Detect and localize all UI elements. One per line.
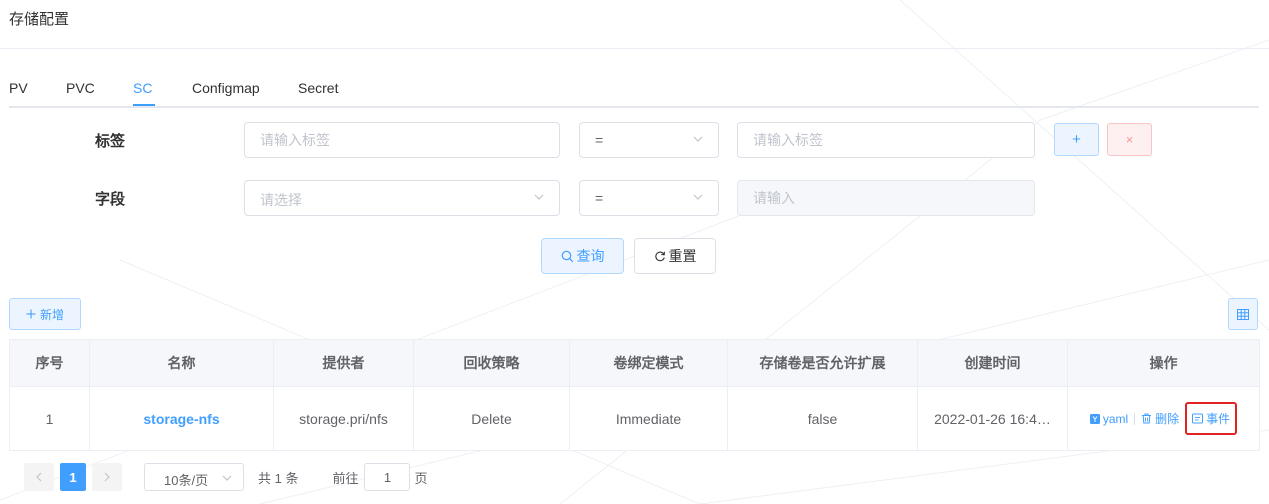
prev-page-button[interactable] xyxy=(24,463,54,491)
refresh-icon xyxy=(654,251,665,262)
yaml-file-icon xyxy=(1089,413,1100,424)
table-header-row: 序号 名称 提供者 回收策略 卷绑定模式 存储卷是否允许扩展 创建时间 操作 xyxy=(9,339,1260,387)
cell-name: storage-nfs xyxy=(89,386,274,451)
cell-binding-mode: Immediate xyxy=(569,386,728,451)
cell-actions: yaml 删除 事件 xyxy=(1067,386,1260,451)
table-row: 1 storage-nfs storage.pri/nfs Delete Imm… xyxy=(9,386,1260,451)
goto-page-input[interactable] xyxy=(364,463,411,491)
tab-active-indicator xyxy=(133,104,155,106)
cell-reclaim-policy: Delete xyxy=(413,386,570,451)
reset-button[interactable]: 重置 xyxy=(634,238,716,274)
column-header-name: 名称 xyxy=(89,339,274,387)
table-columns-icon xyxy=(1237,308,1249,320)
column-header-binding-mode: 卷绑定模式 xyxy=(569,339,728,387)
total-count: 共 1 条 xyxy=(258,470,299,486)
chevron-down-icon xyxy=(534,194,544,200)
plus-icon xyxy=(26,309,36,319)
cell-allow-expansion: false xyxy=(727,386,918,451)
column-header-actions: 操作 xyxy=(1067,339,1260,387)
trash-icon xyxy=(1142,413,1152,424)
remove-label-condition-button[interactable]: × xyxy=(1107,123,1152,156)
chevron-down-icon xyxy=(222,475,232,481)
column-settings-button[interactable] xyxy=(1228,298,1258,330)
label-value-input[interactable] xyxy=(737,122,1035,158)
delete-action-label: 删除 xyxy=(1155,412,1180,426)
page-size-value: 10条/页 xyxy=(164,473,209,488)
cell-created: 2022-01-26 16:4… xyxy=(917,386,1068,451)
column-header-index: 序号 xyxy=(9,339,90,387)
reset-button-label: 重置 xyxy=(668,248,697,264)
field-value-input[interactable] xyxy=(737,180,1035,216)
label-filter-label: 标签 xyxy=(95,133,126,150)
tab-secret[interactable]: Secret xyxy=(298,80,338,96)
resource-tabs: PV PVC SC Configmap Secret xyxy=(9,78,1259,108)
field-select[interactable]: 请选择 xyxy=(244,180,560,216)
field-operator-select[interactable]: = xyxy=(579,180,719,216)
add-storageclass-button[interactable]: 新增 xyxy=(9,298,81,330)
label-key-input[interactable] xyxy=(244,122,560,158)
cell-provisioner: storage.pri/nfs xyxy=(273,386,414,451)
column-header-provisioner: 提供者 xyxy=(273,339,414,387)
add-label-condition-button[interactable]: + xyxy=(1054,123,1099,156)
column-header-created: 创建时间 xyxy=(917,339,1068,387)
chevron-down-icon xyxy=(693,136,703,142)
delete-action[interactable]: 删除 xyxy=(1141,410,1179,427)
row-actions: yaml 删除 事件 xyxy=(1069,402,1259,435)
storageclass-name-link[interactable]: storage-nfs xyxy=(143,411,219,427)
chevron-down-icon xyxy=(693,194,703,200)
page-number-current[interactable]: 1 xyxy=(60,463,86,491)
field-select-placeholder: 请选择 xyxy=(260,192,302,208)
page-size-select[interactable]: 10条/页 xyxy=(144,463,244,491)
storage-config-page: 存储配置 PV PVC SC Configmap Secret 标签 = + ×… xyxy=(0,0,1269,504)
action-separator xyxy=(1134,412,1136,425)
page-title: 存储配置 xyxy=(9,11,70,28)
column-header-allow-expansion: 存储卷是否允许扩展 xyxy=(727,339,918,387)
goto-suffix: 页 xyxy=(414,470,428,486)
yaml-action-label: yaml xyxy=(1102,411,1129,426)
search-icon xyxy=(561,250,573,262)
tab-pvc[interactable]: PVC xyxy=(66,80,95,96)
label-operator-select[interactable]: = xyxy=(579,122,719,158)
tab-configmap[interactable]: Configmap xyxy=(192,80,260,96)
add-button-label: 新增 xyxy=(39,307,64,322)
events-action-label: 事件 xyxy=(1206,412,1231,426)
chevron-left-icon xyxy=(36,472,42,482)
tab-sc[interactable]: SC xyxy=(133,80,152,96)
field-operator-value: = xyxy=(595,190,604,206)
chevron-right-icon xyxy=(104,472,110,482)
field-filter-label: 字段 xyxy=(95,191,126,208)
column-header-reclaim-policy: 回收策略 xyxy=(413,339,570,387)
next-page-button[interactable] xyxy=(92,463,122,491)
goto-prefix: 前往 xyxy=(332,470,359,486)
events-action[interactable]: 事件 xyxy=(1185,402,1238,435)
query-button[interactable]: 查询 xyxy=(541,238,624,274)
tab-pv[interactable]: PV xyxy=(9,80,28,96)
storageclass-table: 序号 名称 提供者 回收策略 卷绑定模式 存储卷是否允许扩展 创建时间 操作 1… xyxy=(9,339,1260,451)
pagination: 1 10条/页 共 1 条 前往 页 xyxy=(24,463,428,491)
query-button-label: 查询 xyxy=(576,248,605,264)
title-divider xyxy=(0,48,1269,49)
cell-index: 1 xyxy=(9,386,90,451)
label-operator-value: = xyxy=(595,132,604,148)
event-list-icon xyxy=(1192,413,1204,424)
yaml-action[interactable]: yaml xyxy=(1089,411,1129,426)
